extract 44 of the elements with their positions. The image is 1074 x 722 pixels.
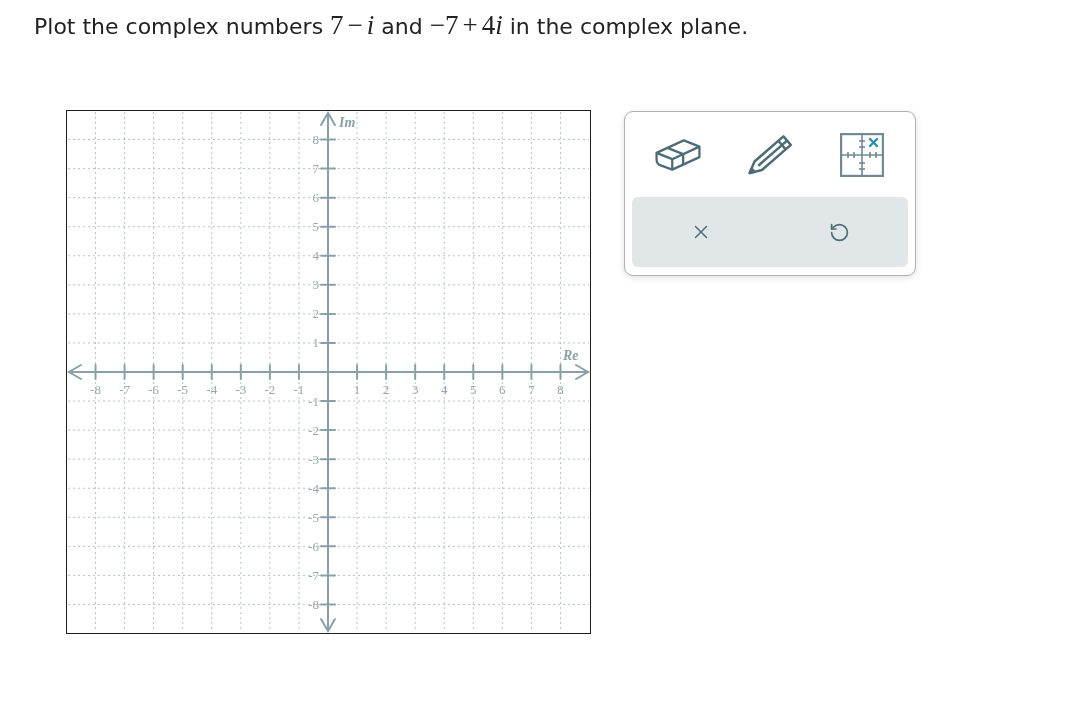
coordinate-plane[interactable]: -8 -7 -6 -5 -4 -3 -2 -1 1 2 3 4 5 6 7 8 8 7 6 5 4 3 2 1 -1 -2 -3 -4 -5 -6 -7 -8 Im Re [66,110,591,634]
y-tick-label: -4 [308,480,319,496]
x-tick-label: -7 [119,382,130,397]
x-tick-label: 1 [353,382,361,397]
y-tick-label: -5 [308,509,319,525]
x-tick-label: -6 [148,382,160,397]
x-tick-label: 7 [528,382,535,397]
x-tick-label: 3 [411,382,419,397]
x-tick-label: 8 [557,382,564,397]
x-tick-label: -8 [90,382,101,397]
y-tick-label: -8 [308,597,319,612]
x-tick-label: -3 [235,382,247,397]
eraser-icon [655,137,701,172]
y-tick-label: -1 [308,393,319,409]
x-tick-label: 2 [382,382,390,397]
pencil-button[interactable] [747,133,793,176]
y-tick-label: -7 [308,567,319,583]
eraser-button[interactable] [655,137,701,172]
y-tick-label: -6 [308,538,319,554]
x-tick-label: -4 [206,382,218,397]
question-text: Plot the complex numbers 7−i and −7+4i in the complex plane. [34,10,750,42]
x-tick-label: -2 [264,382,276,397]
pencil-icon [747,133,793,176]
y-tick-label: -2 [308,422,319,438]
x-tick-label: -1 [293,382,305,397]
point-tool-button[interactable] [840,132,884,177]
y-tick-label: 5 [312,219,319,235]
y-tick-label: 8 [312,132,319,147]
y-tick-label: 7 [312,161,319,177]
x-tick-label: 4 [441,382,448,397]
graph-point-icon [840,132,884,177]
x-tick-label: 5 [470,382,477,397]
x-tick-label: -5 [177,382,189,397]
y-tick-label: 2 [312,306,319,322]
x-tick-label: 6 [499,382,506,397]
y-tick-label: 3 [312,277,319,293]
y-tick-label: 6 [312,190,319,206]
real-axis-label: Re [563,348,579,363]
imaginary-axis-label: Im [339,115,356,130]
y-tick-label: 1 [312,335,319,351]
undo-button[interactable] [828,221,850,243]
undo-icon [828,221,850,243]
y-tick-label: 4 [312,248,319,264]
y-tick-label: -3 [308,451,319,467]
